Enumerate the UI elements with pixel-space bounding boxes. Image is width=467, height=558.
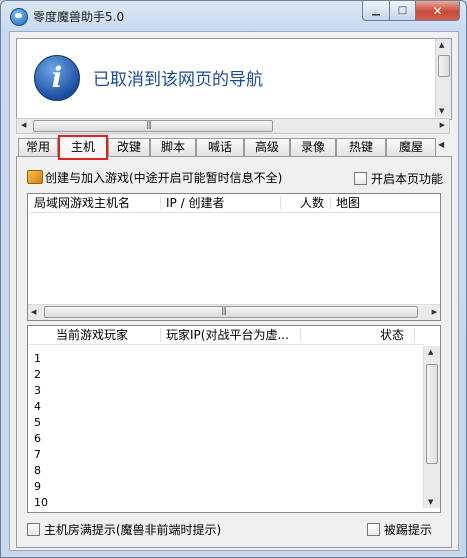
tab-shout[interactable]: 喊话 xyxy=(196,138,244,156)
navigation-canceled-message: 已取消到该网页的导航 xyxy=(93,70,263,90)
host-list-horizontal-scrollbar[interactable]: ◀ ||| ▶ xyxy=(28,304,440,320)
kicked-label: 被踢提示 xyxy=(383,523,432,537)
create-join-row: 创建与加入游戏(中途开启可能暂时信息不全) xyxy=(27,169,282,186)
kicked-checkbox[interactable] xyxy=(367,523,380,536)
info-icon: i xyxy=(34,55,80,101)
tab-hotkey[interactable]: 热键 xyxy=(336,138,386,156)
player-row-number[interactable]: 6 xyxy=(34,432,41,445)
scroll-left-icon[interactable]: ◀ xyxy=(21,121,26,129)
browser-vertical-scrollbar[interactable]: ▲ ▼ xyxy=(435,39,451,117)
enable-page-label: 开启本页功能 xyxy=(370,172,443,186)
tab-advanced[interactable]: 高级 xyxy=(244,138,290,156)
main-window: 零度魔兽助手5.0 ▁ □ ✕ i 已取消到该网页的导航 ▲ ▼ ◀ ||| ▶… xyxy=(0,0,467,558)
tab-keymap[interactable]: 改键 xyxy=(108,138,150,156)
create-join-label: 创建与加入游戏(中途开启可能暂时信息不全) xyxy=(45,171,283,185)
enable-page-row[interactable]: 开启本页功能 xyxy=(354,170,443,187)
close-button[interactable]: ✕ xyxy=(416,1,460,21)
scroll-thumb[interactable] xyxy=(426,364,438,464)
maximize-icon: □ xyxy=(397,5,408,16)
enable-page-checkbox[interactable] xyxy=(354,172,368,185)
minimize-button[interactable]: ▁ xyxy=(362,1,390,21)
host-list[interactable]: 局域网游戏主机名 IP / 创建者 人数 地图 ◀ ||| ▶ xyxy=(27,193,441,321)
scroll-thumb[interactable] xyxy=(438,55,450,77)
host-list-header: 局域网游戏主机名 IP / 创建者 人数 地图 xyxy=(28,194,440,213)
minimize-icon: ▁ xyxy=(372,5,380,16)
scroll-left-icon[interactable]: ◀ xyxy=(31,308,36,316)
column-status[interactable]: 状态 xyxy=(380,326,404,344)
player-list[interactable]: 当前游戏玩家 玩家IP(对战平台为虚... 状态 1 2 3 4 5 6 7 8… xyxy=(27,325,441,513)
tab-replay[interactable]: 录像 xyxy=(290,138,336,156)
caption-buttons: ▁ □ ✕ xyxy=(362,1,460,21)
title-bar[interactable]: 零度魔兽助手5.0 ▁ □ ✕ xyxy=(1,1,466,29)
room-full-label: 主机房满提示(魔兽非前端时提示) xyxy=(43,523,222,537)
player-row-number[interactable]: 4 xyxy=(34,400,41,413)
scroll-right-icon[interactable]: ▶ xyxy=(440,121,445,129)
column-ip-creator[interactable]: IP / 创建者 xyxy=(166,194,224,212)
scroll-up-icon[interactable]: ▲ xyxy=(428,348,433,356)
column-map[interactable]: 地图 xyxy=(336,194,360,212)
tab-bar: 常用 主机 改键 脚本 喊话 高级 录像 热键 魔屋 ◀ xyxy=(16,135,452,160)
player-row-number[interactable]: 7 xyxy=(34,448,41,461)
player-row-number[interactable]: 9 xyxy=(34,480,41,493)
room-full-checkbox[interactable] xyxy=(27,523,40,536)
column-player-ip[interactable]: 玩家IP(对战平台为虚... xyxy=(166,326,289,344)
player-row-number[interactable]: 10 xyxy=(34,496,48,509)
player-list-header: 当前游戏玩家 玩家IP(对战平台为虚... 状态 xyxy=(28,326,424,345)
column-current-player[interactable]: 当前游戏玩家 xyxy=(56,326,128,344)
create-game-icon xyxy=(27,170,43,184)
host-tab-panel: 创建与加入游戏(中途开启可能暂时信息不全) 开启本页功能 局域网游戏主机名 IP… xyxy=(16,156,452,548)
close-icon: ✕ xyxy=(432,3,443,18)
tab-host[interactable]: 主机 xyxy=(58,135,108,160)
scroll-down-icon[interactable]: ▼ xyxy=(428,498,433,506)
browser-horizontal-scrollbar[interactable]: ◀ ||| ▶ xyxy=(16,118,450,134)
scroll-down-icon[interactable]: ▼ xyxy=(439,107,444,115)
player-row-number[interactable]: 8 xyxy=(34,464,41,477)
tab-moshi[interactable]: 魔屋 xyxy=(386,138,436,156)
player-list-vertical-scrollbar[interactable]: ▲ ▼ xyxy=(423,346,440,508)
player-row-number[interactable]: 1 xyxy=(34,352,41,365)
client-area: i 已取消到该网页的导航 ▲ ▼ ◀ ||| ▶ 常用 主机 改键 脚本 喊话 … xyxy=(9,31,459,551)
tab-scroll-left-icon[interactable]: ◀ xyxy=(438,140,444,149)
player-row-number[interactable]: 5 xyxy=(34,416,41,429)
column-player-count[interactable]: 人数 xyxy=(300,194,324,212)
window-title: 零度魔兽助手5.0 xyxy=(33,10,125,24)
grip-icon: ||| xyxy=(146,120,152,129)
scroll-right-icon[interactable]: ▶ xyxy=(432,308,437,316)
tab-common[interactable]: 常用 xyxy=(18,138,58,156)
player-row-number[interactable]: 2 xyxy=(34,368,41,381)
room-full-row[interactable]: 主机房满提示(魔兽非前端时提示) xyxy=(27,521,221,538)
player-row-number[interactable]: 3 xyxy=(34,384,41,397)
scroll-thumb[interactable]: ||| xyxy=(33,120,273,132)
column-host-name[interactable]: 局域网游戏主机名 xyxy=(34,194,130,212)
kicked-row[interactable]: 被踢提示 xyxy=(367,521,432,538)
browser-panel: i 已取消到该网页的导航 ▲ ▼ xyxy=(16,38,452,120)
grip-icon: ||| xyxy=(221,306,227,315)
maximize-button[interactable]: □ xyxy=(390,1,416,21)
scroll-up-icon[interactable]: ▲ xyxy=(439,41,444,49)
tab-script[interactable]: 脚本 xyxy=(150,138,196,156)
scroll-thumb[interactable]: ||| xyxy=(44,306,418,318)
app-icon xyxy=(10,8,28,26)
